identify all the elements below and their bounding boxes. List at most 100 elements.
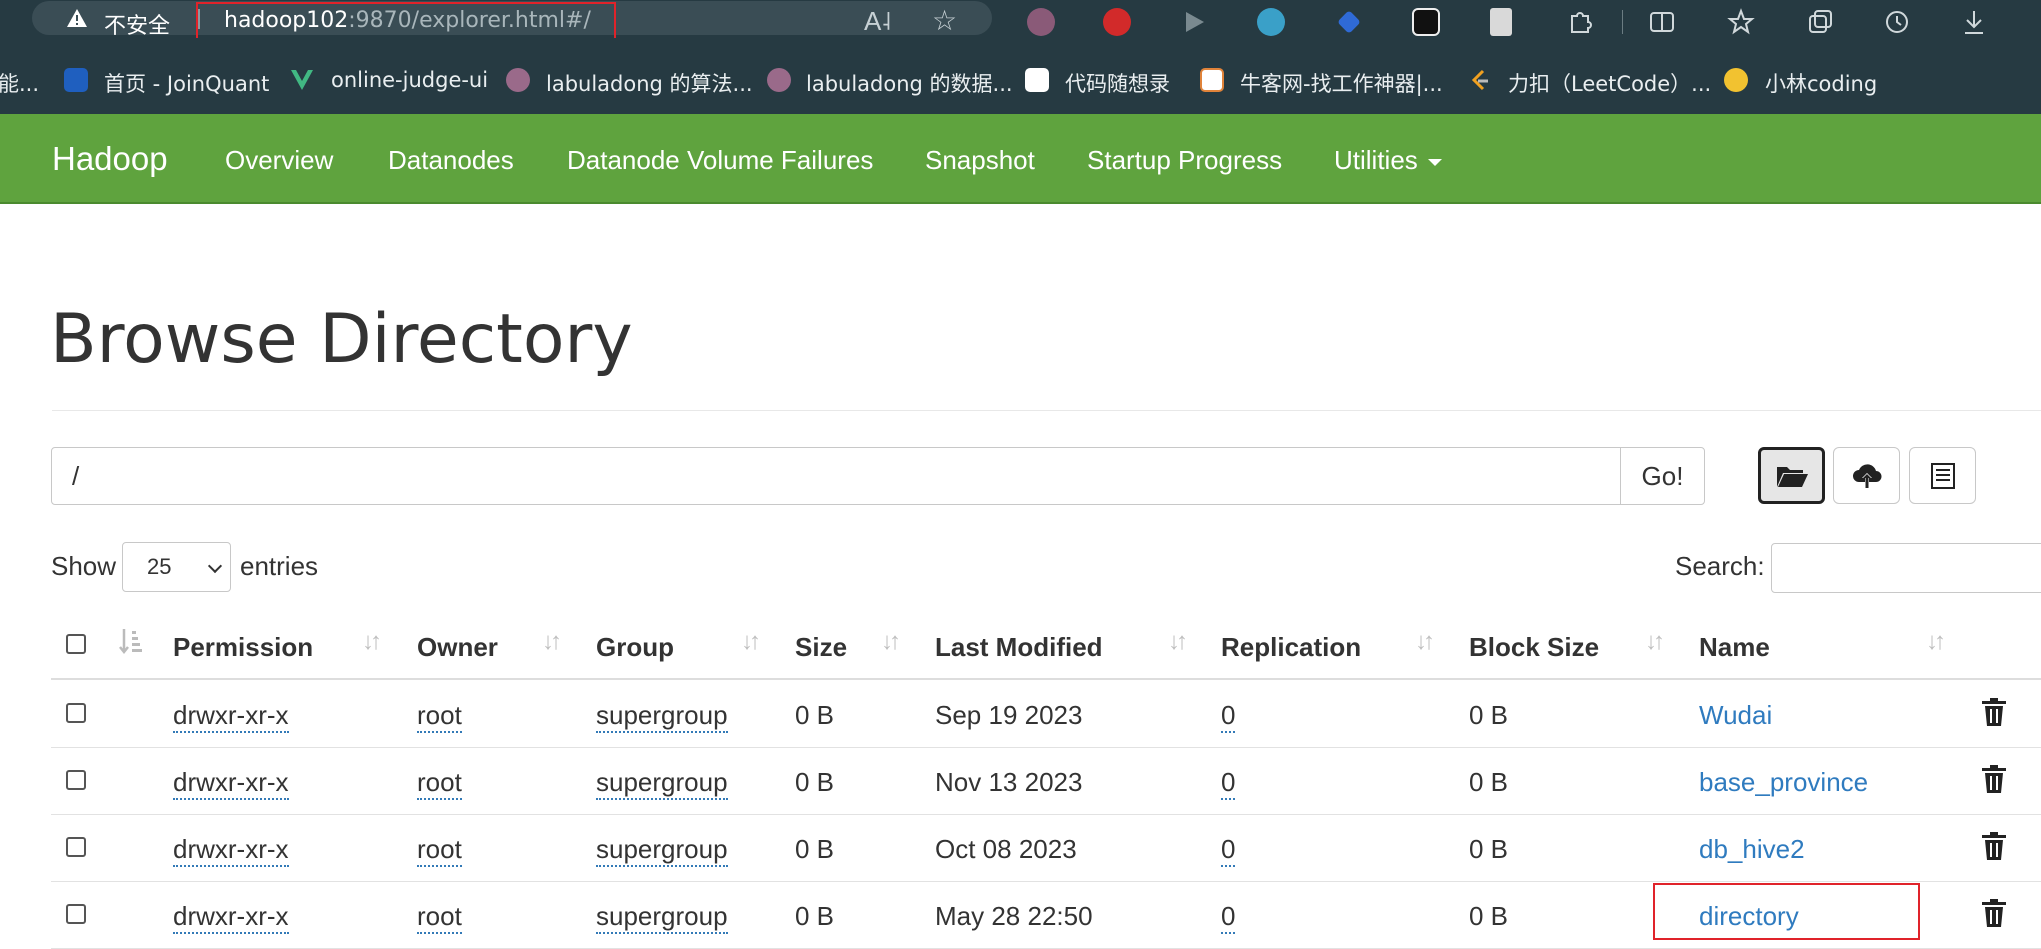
row-replication[interactable]: 0 <box>1221 901 1236 934</box>
open-folder-button[interactable] <box>1758 447 1825 504</box>
nav-utilities-dropdown[interactable]: Utilities <box>1334 145 1442 176</box>
row-group[interactable]: supergroup <box>596 700 728 733</box>
sort-icon[interactable]: ↓↑ <box>741 628 761 656</box>
nowcoder-icon <box>1200 68 1224 92</box>
select-all-checkbox[interactable] <box>66 634 86 654</box>
column-header-permission[interactable]: Permission <box>173 632 313 663</box>
sort-icon[interactable]: ↓↑ <box>362 628 382 656</box>
sort-icon[interactable]: ↓↑ <box>881 628 901 656</box>
favorite-star-icon[interactable]: ☆ <box>932 4 957 37</box>
row-owner[interactable]: root <box>417 700 462 733</box>
bookmark-item[interactable]: 小林coding <box>1765 68 1877 98</box>
chevron-down-icon <box>207 558 223 574</box>
upload-button[interactable] <box>1833 447 1900 504</box>
row-name-link[interactable]: Wudai <box>1699 700 1772 731</box>
row-replication[interactable]: 0 <box>1221 700 1236 733</box>
entries-per-page-value: 25 <box>147 554 172 579</box>
row-checkbox[interactable] <box>66 904 86 924</box>
folder-open-icon <box>1776 466 1808 487</box>
entries-label: entries <box>240 551 319 581</box>
labuladong-extension-icon[interactable] <box>1027 8 1055 36</box>
bookmark-item[interactable]: online-judge-ui <box>331 68 488 92</box>
row-permission[interactable]: drwxr-xr-x <box>173 901 289 934</box>
name-highlight-box <box>1653 883 1920 940</box>
row-size: 0 B <box>795 901 835 931</box>
read-aloud-icon[interactable]: A˨ <box>864 6 891 37</box>
warning-icon[interactable] <box>66 8 88 28</box>
row-last-modified: Nov 13 2023 <box>935 767 1083 797</box>
row-last-modified: Oct 08 2023 <box>935 834 1077 864</box>
search-label: Search: <box>1675 551 1765 581</box>
navbar-brand[interactable]: Hadoop <box>52 140 168 178</box>
row-checkbox[interactable] <box>66 770 86 790</box>
column-header-last-modified[interactable]: Last Modified <box>935 632 1103 663</box>
row-name-link[interactable]: db_hive2 <box>1699 834 1805 865</box>
nav-overview[interactable]: Overview <box>225 145 333 176</box>
row-block-size: 0 B <box>1469 834 1509 864</box>
nav-datanode-volume-failures[interactable]: Datanode Volume Failures <box>567 145 873 176</box>
row-owner[interactable]: root <box>417 834 462 867</box>
sort-icon[interactable]: ↓↑ <box>1168 628 1188 656</box>
history-icon[interactable] <box>1883 8 1911 36</box>
sort-icon[interactable]: ↓↑ <box>1926 628 1946 656</box>
column-header-owner[interactable]: Owner <box>417 632 498 663</box>
bookmark-item[interactable]: 力扣（LeetCode）... <box>1508 68 1711 98</box>
nav-startup-progress[interactable]: Startup Progress <box>1087 145 1282 176</box>
play-extension-icon[interactable] <box>1180 8 1208 36</box>
sort-icon[interactable]: ↓↑ <box>1415 628 1435 656</box>
row-owner[interactable]: root <box>417 901 462 934</box>
row-permission[interactable]: drwxr-xr-x <box>173 700 289 733</box>
directory-path-input[interactable] <box>51 447 1621 505</box>
favorites-icon[interactable] <box>1727 8 1755 36</box>
bookmark-item[interactable]: 首页 - JoinQuant <box>104 68 269 98</box>
nav-datanodes[interactable]: Datanodes <box>388 145 514 176</box>
row-group[interactable]: supergroup <box>596 834 728 867</box>
bookmark-item[interactable]: labuladong 的数据... <box>806 68 1013 98</box>
globe-extension-icon[interactable] <box>1257 8 1285 36</box>
nav-snapshot[interactable]: Snapshot <box>925 145 1035 176</box>
sort-icon[interactable]: ↓↑ <box>542 628 562 656</box>
go-button[interactable]: Go! <box>1620 447 1705 505</box>
search-input[interactable] <box>1771 543 2041 593</box>
sort-ascending-icon[interactable] <box>118 627 144 655</box>
row-checkbox[interactable] <box>66 837 86 857</box>
trash-icon[interactable] <box>1981 697 2007 727</box>
split-screen-icon[interactable] <box>1648 8 1676 36</box>
column-header-block-size[interactable]: Block Size <box>1469 632 1599 663</box>
row-replication[interactable]: 0 <box>1221 767 1236 800</box>
row-permission[interactable]: drwxr-xr-x <box>173 834 289 867</box>
row-size: 0 B <box>795 700 835 730</box>
entries-per-page-select[interactable]: 25 <box>122 542 231 592</box>
bookmark-item[interactable]: labuladong 的算法... <box>546 68 753 98</box>
bookmark-item[interactable]: 能... <box>0 68 39 98</box>
column-header-size[interactable]: Size <box>795 632 847 663</box>
document-extension-icon[interactable] <box>1490 8 1512 36</box>
row-divider <box>51 814 2041 815</box>
trash-icon[interactable] <box>1981 898 2007 928</box>
bookmark-item[interactable]: 代码随想录 <box>1065 68 1170 98</box>
show-label: Show <box>51 551 117 581</box>
column-header-replication[interactable]: Replication <box>1221 632 1361 663</box>
trash-icon[interactable] <box>1981 764 2007 794</box>
tampermonkey-extension-icon[interactable] <box>1412 8 1440 36</box>
trash-icon[interactable] <box>1981 831 2007 861</box>
sort-icon[interactable]: ↓↑ <box>1645 628 1665 656</box>
cut-paste-button[interactable] <box>1909 447 1976 504</box>
row-name-link[interactable]: base_province <box>1699 767 1868 798</box>
column-header-name[interactable]: Name <box>1699 632 1770 663</box>
column-header-group[interactable]: Group <box>596 632 674 663</box>
row-owner[interactable]: root <box>417 767 462 800</box>
row-checkbox[interactable] <box>66 703 86 723</box>
row-replication[interactable]: 0 <box>1221 834 1236 867</box>
row-group[interactable]: supergroup <box>596 901 728 934</box>
row-group[interactable]: supergroup <box>596 767 728 800</box>
list-icon <box>1930 462 1955 489</box>
adblock-extension-icon[interactable] <box>1103 8 1131 36</box>
insecure-label[interactable]: 不安全 <box>104 8 170 40</box>
extensions-puzzle-icon[interactable] <box>1566 8 1594 36</box>
joinquant-icon <box>64 68 88 92</box>
collections-icon[interactable] <box>1806 8 1834 36</box>
row-permission[interactable]: drwxr-xr-x <box>173 767 289 800</box>
bookmark-item[interactable]: 牛客网-找工作神器|... <box>1240 68 1443 98</box>
downloads-icon[interactable] <box>1960 8 1988 36</box>
